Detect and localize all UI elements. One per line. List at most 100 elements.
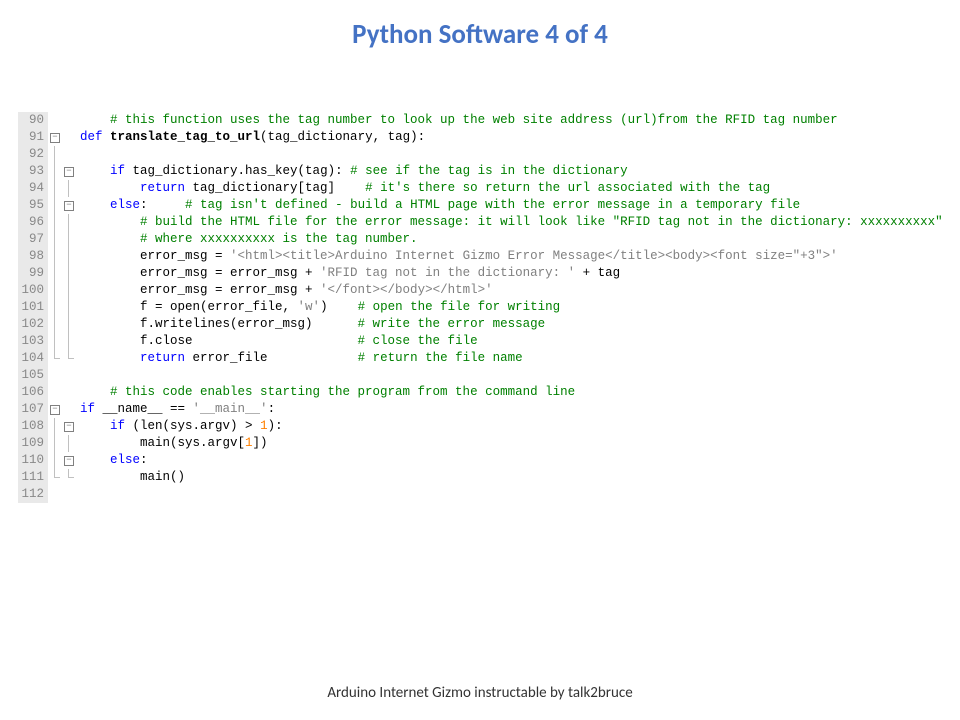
fold-gutter-secondary bbox=[62, 401, 76, 418]
code-line: 98 error_msg = '<html><title>Arduino Int… bbox=[18, 248, 950, 265]
fold-gutter-secondary bbox=[62, 367, 76, 384]
fold-gutter-primary bbox=[48, 180, 62, 197]
fold-gutter-primary bbox=[48, 197, 62, 214]
fold-gutter-secondary bbox=[62, 146, 76, 163]
fold-gutter-primary bbox=[48, 316, 62, 333]
fold-gutter-secondary[interactable] bbox=[62, 197, 76, 214]
code-line: 99 error_msg = error_msg + 'RFID tag not… bbox=[18, 265, 950, 282]
code-line: 97 # where xxxxxxxxxx is the tag number. bbox=[18, 231, 950, 248]
code-line: 105 bbox=[18, 367, 950, 384]
fold-gutter-primary[interactable] bbox=[48, 401, 62, 418]
line-number: 91 bbox=[18, 129, 48, 146]
code-text bbox=[76, 146, 80, 163]
code-text: else: # tag isn't defined - build a HTML… bbox=[76, 197, 800, 214]
line-number: 112 bbox=[18, 486, 48, 503]
fold-gutter-secondary bbox=[62, 265, 76, 282]
line-number: 96 bbox=[18, 214, 48, 231]
page-footer: Arduino Internet Gizmo instructable by t… bbox=[0, 684, 960, 702]
code-text: else: bbox=[76, 452, 148, 469]
fold-gutter-secondary bbox=[62, 435, 76, 452]
fold-gutter-secondary[interactable] bbox=[62, 452, 76, 469]
line-number: 97 bbox=[18, 231, 48, 248]
line-number: 100 bbox=[18, 282, 48, 299]
line-number: 108 bbox=[18, 418, 48, 435]
fold-gutter-primary bbox=[48, 299, 62, 316]
code-text: # where xxxxxxxxxx is the tag number. bbox=[76, 231, 418, 248]
fold-gutter-secondary bbox=[62, 486, 76, 503]
fold-gutter-primary[interactable] bbox=[48, 129, 62, 146]
code-line: 102 f.writelines(error_msg) # write the … bbox=[18, 316, 950, 333]
line-number: 110 bbox=[18, 452, 48, 469]
code-text: f.writelines(error_msg) # write the erro… bbox=[76, 316, 545, 333]
code-line: 100 error_msg = error_msg + '</font></bo… bbox=[18, 282, 950, 299]
code-line: 109 main(sys.argv[1]) bbox=[18, 435, 950, 452]
line-number: 107 bbox=[18, 401, 48, 418]
code-line: 95 else: # tag isn't defined - build a H… bbox=[18, 197, 950, 214]
fold-gutter-secondary[interactable] bbox=[62, 418, 76, 435]
fold-gutter-primary bbox=[48, 146, 62, 163]
fold-gutter-secondary bbox=[62, 180, 76, 197]
code-line: 111 main() bbox=[18, 469, 950, 486]
code-line: 112 bbox=[18, 486, 950, 503]
fold-gutter-primary bbox=[48, 435, 62, 452]
code-line: 103 f.close # close the file bbox=[18, 333, 950, 350]
line-number: 101 bbox=[18, 299, 48, 316]
code-line: 94 return tag_dictionary[tag] # it's the… bbox=[18, 180, 950, 197]
fold-gutter-secondary bbox=[62, 384, 76, 401]
code-line: 106 # this code enables starting the pro… bbox=[18, 384, 950, 401]
code-text: if __name__ == '__main__': bbox=[76, 401, 275, 418]
fold-gutter-secondary[interactable] bbox=[62, 163, 76, 180]
fold-gutter-primary bbox=[48, 452, 62, 469]
fold-gutter-primary bbox=[48, 486, 62, 503]
code-text: main() bbox=[76, 469, 185, 486]
line-number: 104 bbox=[18, 350, 48, 367]
fold-gutter-primary bbox=[48, 265, 62, 282]
fold-gutter-primary bbox=[48, 350, 62, 367]
line-number: 93 bbox=[18, 163, 48, 180]
fold-gutter-secondary bbox=[62, 316, 76, 333]
fold-gutter-secondary bbox=[62, 350, 76, 367]
fold-gutter-primary bbox=[48, 367, 62, 384]
code-line: 107 if __name__ == '__main__': bbox=[18, 401, 950, 418]
fold-gutter-primary bbox=[48, 282, 62, 299]
code-text bbox=[76, 367, 80, 384]
code-text: error_msg = error_msg + 'RFID tag not in… bbox=[76, 265, 620, 282]
code-line: 104 return error_file # return the file … bbox=[18, 350, 950, 367]
line-number: 99 bbox=[18, 265, 48, 282]
fold-gutter-secondary bbox=[62, 248, 76, 265]
code-text: f = open(error_file, 'w') # open the fil… bbox=[76, 299, 560, 316]
code-line: 90 # this function uses the tag number t… bbox=[18, 112, 950, 129]
line-number: 109 bbox=[18, 435, 48, 452]
code-text: return tag_dictionary[tag] # it's there … bbox=[76, 180, 770, 197]
fold-gutter-primary bbox=[48, 112, 62, 129]
fold-gutter-secondary bbox=[62, 469, 76, 486]
code-text: if tag_dictionary.has_key(tag): # see if… bbox=[76, 163, 628, 180]
line-number: 106 bbox=[18, 384, 48, 401]
code-text: f.close # close the file bbox=[76, 333, 478, 350]
code-text: # build the HTML file for the error mess… bbox=[76, 214, 943, 231]
code-line: 92 bbox=[18, 146, 950, 163]
line-number: 98 bbox=[18, 248, 48, 265]
fold-gutter-secondary bbox=[62, 299, 76, 316]
fold-gutter-secondary bbox=[62, 112, 76, 129]
fold-gutter-primary bbox=[48, 214, 62, 231]
code-line: 110 else: bbox=[18, 452, 950, 469]
page-title: Python Software 4 of 4 bbox=[0, 18, 960, 51]
code-text: error_msg = error_msg + '</font></body><… bbox=[76, 282, 493, 299]
fold-gutter-primary bbox=[48, 248, 62, 265]
fold-gutter-secondary bbox=[62, 282, 76, 299]
line-number: 105 bbox=[18, 367, 48, 384]
code-text: main(sys.argv[1]) bbox=[76, 435, 268, 452]
fold-gutter-primary bbox=[48, 163, 62, 180]
line-number: 102 bbox=[18, 316, 48, 333]
fold-gutter-primary bbox=[48, 333, 62, 350]
code-line: 93 if tag_dictionary.has_key(tag): # see… bbox=[18, 163, 950, 180]
fold-gutter-primary bbox=[48, 418, 62, 435]
fold-gutter-primary bbox=[48, 384, 62, 401]
line-number: 95 bbox=[18, 197, 48, 214]
code-text: # this function uses the tag number to l… bbox=[76, 112, 838, 129]
line-number: 92 bbox=[18, 146, 48, 163]
line-number: 103 bbox=[18, 333, 48, 350]
code-text: def translate_tag_to_url(tag_dictionary,… bbox=[76, 129, 425, 146]
fold-gutter-secondary bbox=[62, 333, 76, 350]
